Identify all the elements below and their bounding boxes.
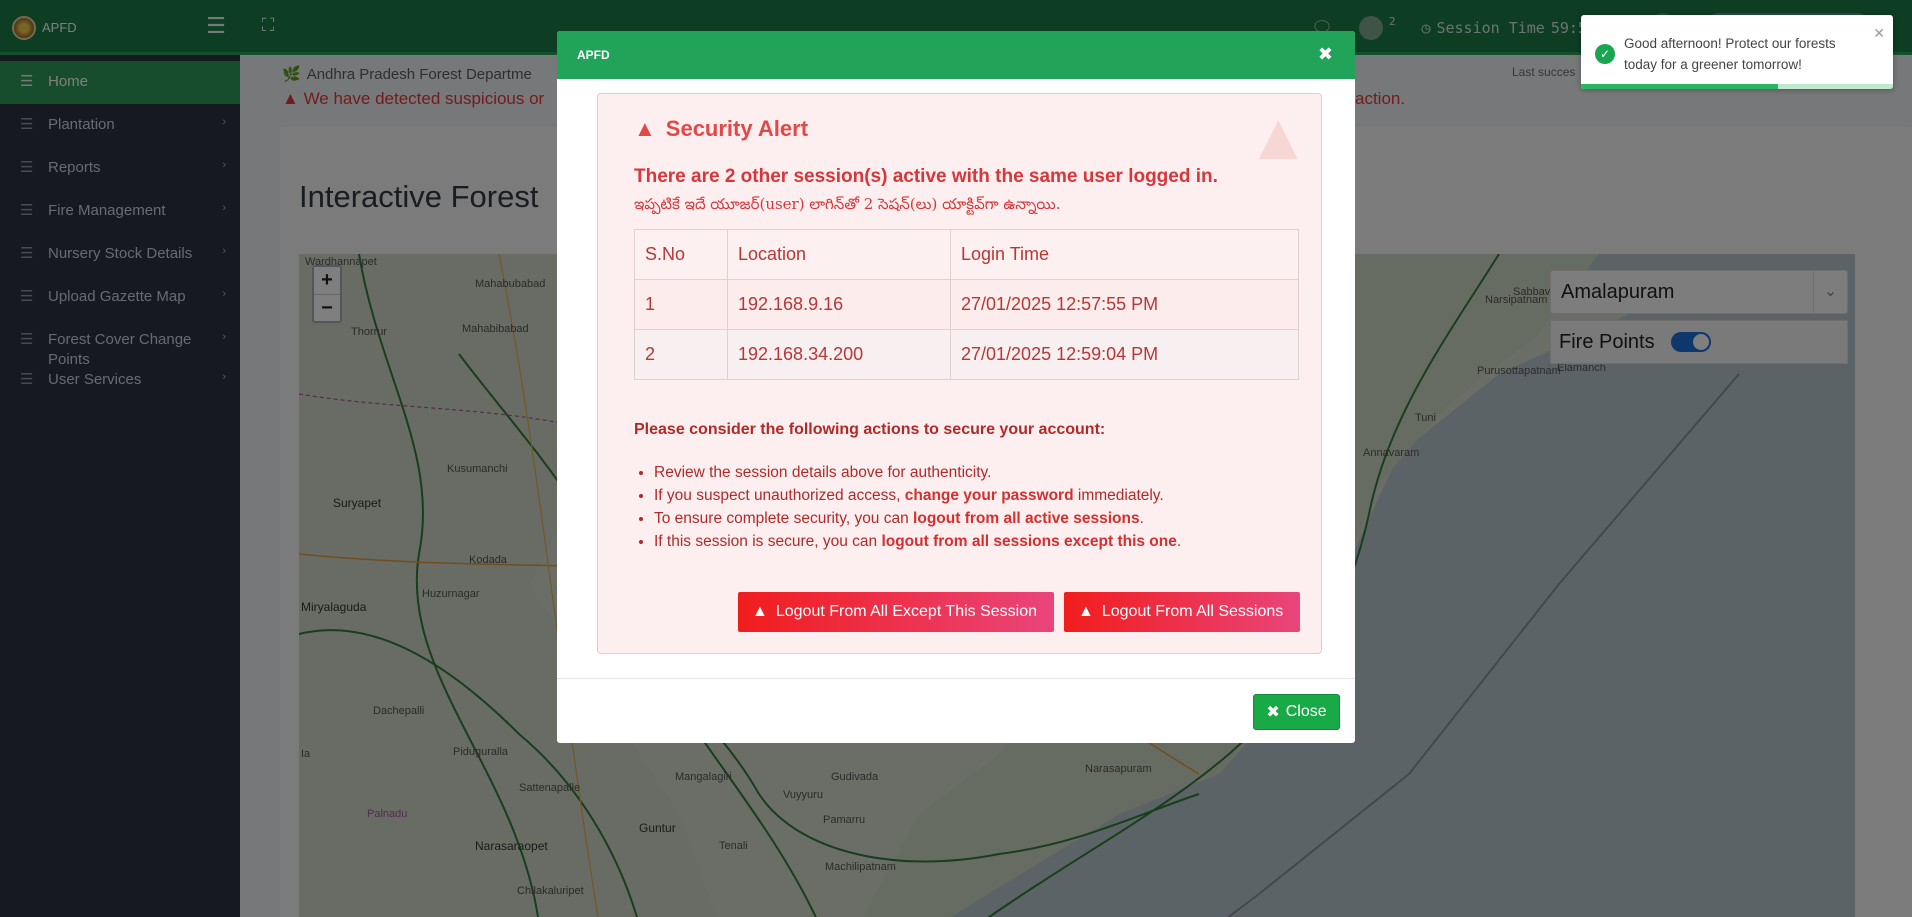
close-button[interactable]: ✖ Close <box>1253 694 1340 730</box>
button-label: Logout From All Sessions <box>1101 603 1284 620</box>
action-text: . <box>1176 533 1182 550</box>
modal-header: APFD ✖ <box>557 31 1355 79</box>
list-item: To ensure complete security, you can log… <box>654 507 1181 530</box>
column-header: S.No <box>634 229 728 280</box>
toast-progress-bar <box>1581 84 1778 89</box>
action-emphasis: logout from all active sessions <box>913 510 1140 527</box>
close-icon[interactable]: ✕ <box>1873 25 1885 42</box>
security-alert-modal: APFD ✖ ▲ ▲ Security Alert There are 2 ot… <box>557 31 1355 743</box>
list-item: Review the session details above for aut… <box>654 461 1181 484</box>
action-text: immediately. <box>1073 487 1164 504</box>
column-header: Login Time <box>950 229 1299 280</box>
sessions-table: S.No Location Login Time 1 192.168.9.16 … <box>634 229 1299 380</box>
close-icon[interactable]: ✖ <box>1318 44 1333 65</box>
logout-except-this-button[interactable]: ▲ Logout From All Except This Session <box>738 592 1054 632</box>
warning-watermark-icon: ▲ <box>1245 99 1311 173</box>
warning-icon: ▲ <box>1078 603 1094 620</box>
action-text: If you suspect unauthorized access, <box>654 487 905 504</box>
toast-message: Good afternoon! Protect our forests toda… <box>1624 36 1836 72</box>
alert-title: ▲ Security Alert <box>634 116 808 142</box>
table-cell: 192.168.9.16 <box>727 279 951 330</box>
warning-icon: ▲ <box>752 603 768 620</box>
table-cell: 2 <box>634 329 728 380</box>
action-text: Review the session details above for aut… <box>654 464 992 481</box>
column-header: Location <box>727 229 951 280</box>
table-header-row: S.No Location Login Time <box>634 229 1299 280</box>
greeting-toast: ✓ Good afternoon! Protect our forests to… <box>1581 15 1893 89</box>
button-label: Logout From All Except This Session <box>775 603 1038 620</box>
action-emphasis: logout from all sessions except this one <box>881 533 1177 550</box>
alert-box: ▲ ▲ Security Alert There are 2 other ses… <box>597 93 1322 654</box>
table-cell: 192.168.34.200 <box>727 329 951 380</box>
list-item: If this session is secure, you can logou… <box>654 530 1181 553</box>
close-icon: ✖ <box>1266 704 1280 721</box>
sessions-warning-en: There are 2 other session(s) active with… <box>634 166 1218 187</box>
actions-list: Review the session details above for aut… <box>654 461 1181 553</box>
logout-all-button[interactable]: ▲ Logout From All Sessions <box>1064 592 1300 632</box>
table-row: 1 192.168.9.16 27/01/2025 12:57:55 PM <box>634 279 1299 330</box>
actions-heading: Please consider the following actions to… <box>634 421 1106 438</box>
table-row: 2 192.168.34.200 27/01/2025 12:59:04 PM <box>634 329 1299 380</box>
action-text: . <box>1139 510 1144 527</box>
table-cell: 27/01/2025 12:59:04 PM <box>950 329 1299 380</box>
warning-icon: ▲ <box>634 116 656 141</box>
modal-footer <box>557 678 1355 743</box>
table-cell: 1 <box>634 279 728 330</box>
table-cell: 27/01/2025 12:57:55 PM <box>950 279 1299 330</box>
action-text: If this session is secure, you can <box>654 533 882 550</box>
action-text: To ensure complete security, you can <box>654 510 914 527</box>
alert-title-text: Security Alert <box>665 116 809 141</box>
sessions-warning-te: ఇప్పటికే ఇదే యూజర్(user) లాగిన్‌తో 2 సెష… <box>634 195 1061 213</box>
action-emphasis: change your password <box>904 487 1074 504</box>
button-label: Close <box>1285 703 1327 720</box>
modal-title: APFD <box>577 48 610 62</box>
list-item: If you suspect unauthorized access, chan… <box>654 484 1181 507</box>
check-icon: ✓ <box>1595 44 1615 64</box>
